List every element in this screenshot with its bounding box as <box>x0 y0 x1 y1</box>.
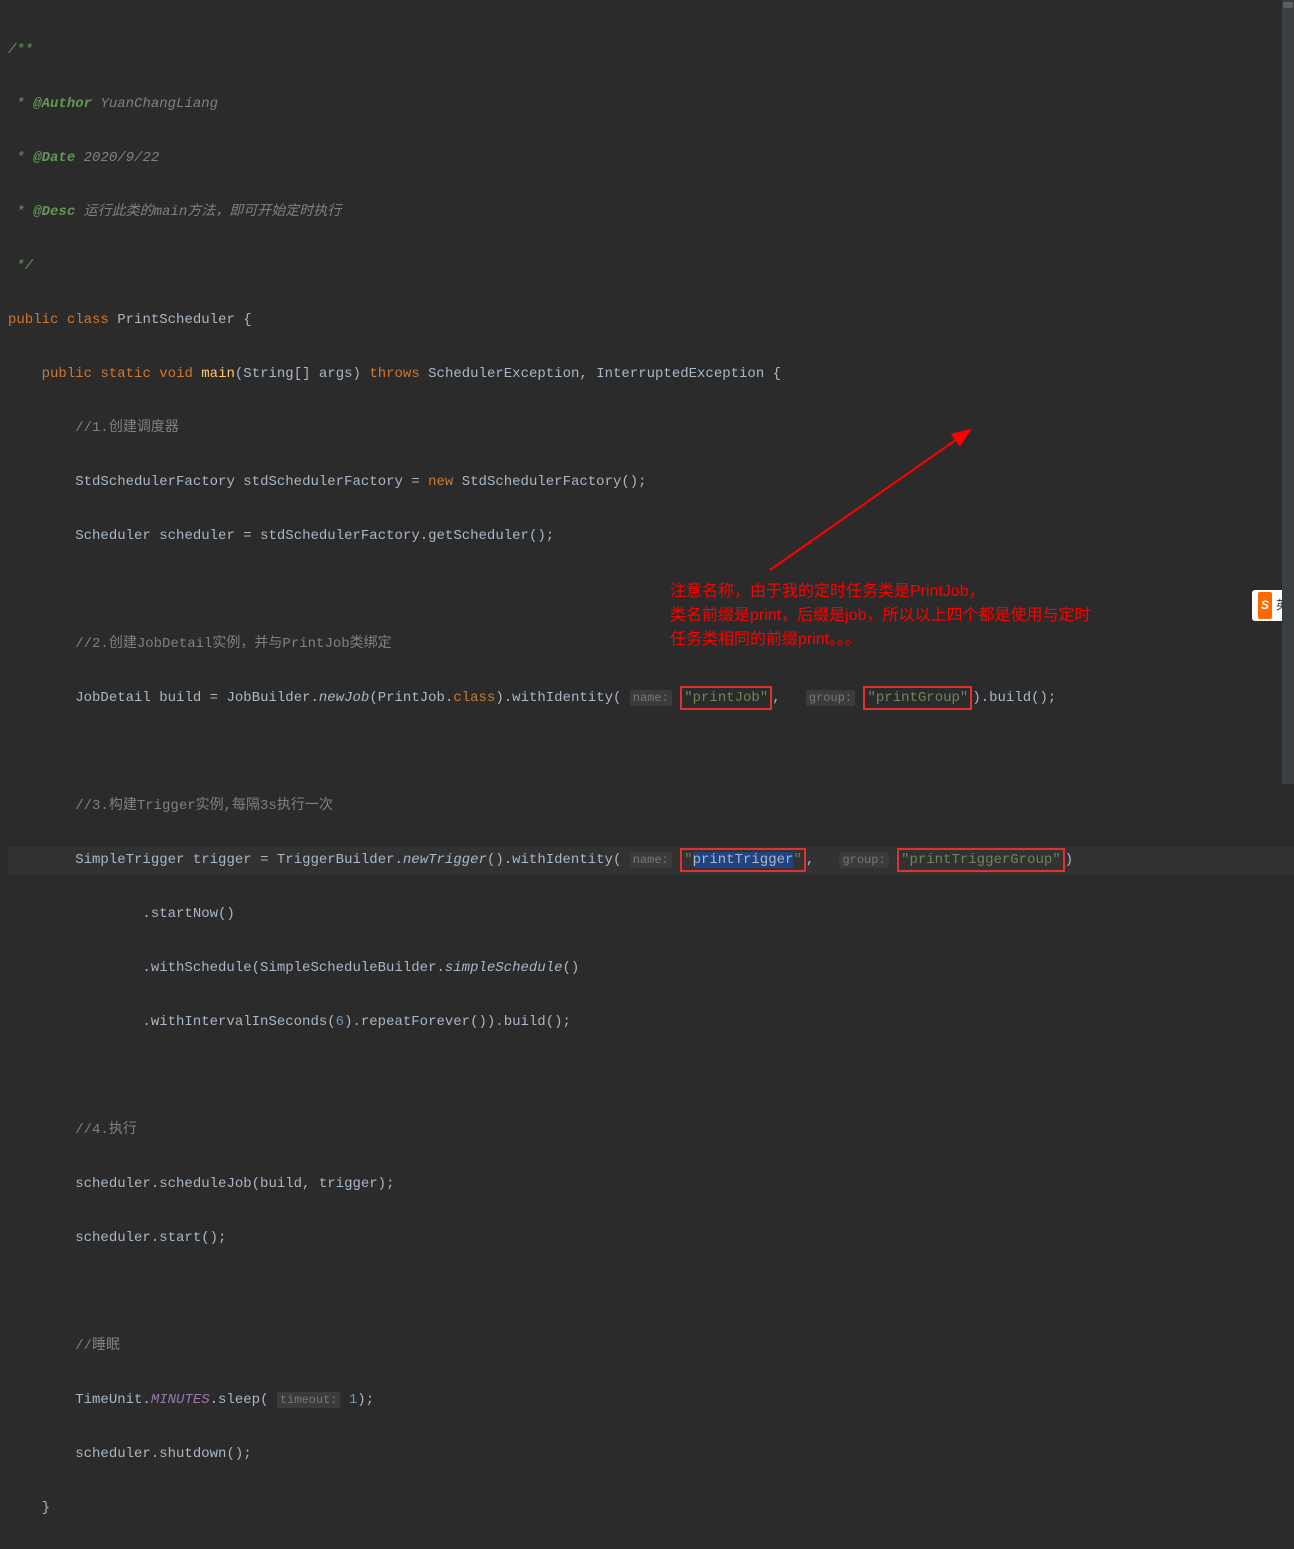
param-hint-name2: name: <box>630 852 672 868</box>
annotation-text: 注意名称，由于我的定时任务类是PrintJob， 类名前缀是print，后缀是j… <box>670 580 1260 652</box>
comment-3: //3.构建Trigger实例,每隔3s执行一次 <box>75 798 333 814</box>
doc-date: 2020/9/22 <box>84 150 160 166</box>
class-name: PrintScheduler <box>117 312 235 328</box>
doc-date-tag: @Date <box>33 150 75 166</box>
doc-close: */ <box>8 258 33 274</box>
doc-desc: 运行此类的main方法，即可开始定时执行 <box>84 204 342 220</box>
highlight-printjob: "printJob" <box>680 686 772 710</box>
highlight-printgroup: "printGroup" <box>863 686 972 710</box>
doc-desc-tag: @Desc <box>33 204 75 220</box>
comment-5: //睡眠 <box>75 1338 120 1354</box>
param-hint-name: name: <box>630 690 672 706</box>
comment-2: //2.创建JobDetail实例，并与PrintJob类绑定 <box>75 636 391 652</box>
param-hint-group2: group: <box>839 852 888 868</box>
vertical-scrollbar[interactable] <box>1282 0 1294 784</box>
doc-open: /** <box>8 42 33 58</box>
method-main: main <box>201 366 235 382</box>
param-hint-group: group: <box>806 690 855 706</box>
highlight-printtriggergroup: "printTriggerGroup" <box>897 848 1065 872</box>
doc-author: YuanChangLiang <box>100 96 218 112</box>
highlight-printtrigger: "printTrigger" <box>680 848 806 872</box>
sogou-icon: S <box>1258 592 1272 619</box>
selected-text: printTrigger <box>693 852 794 868</box>
code-editor[interactable]: /** * @Author YuanChangLiang * @Date 202… <box>0 0 1294 1549</box>
comment-4: //4.执行 <box>75 1122 137 1138</box>
comment-1: //1.创建调度器 <box>75 420 179 436</box>
scrollbar-thumb[interactable] <box>1283 2 1293 8</box>
doc-author-tag: @Author <box>33 96 92 112</box>
param-hint-timeout: timeout: <box>277 1392 341 1408</box>
